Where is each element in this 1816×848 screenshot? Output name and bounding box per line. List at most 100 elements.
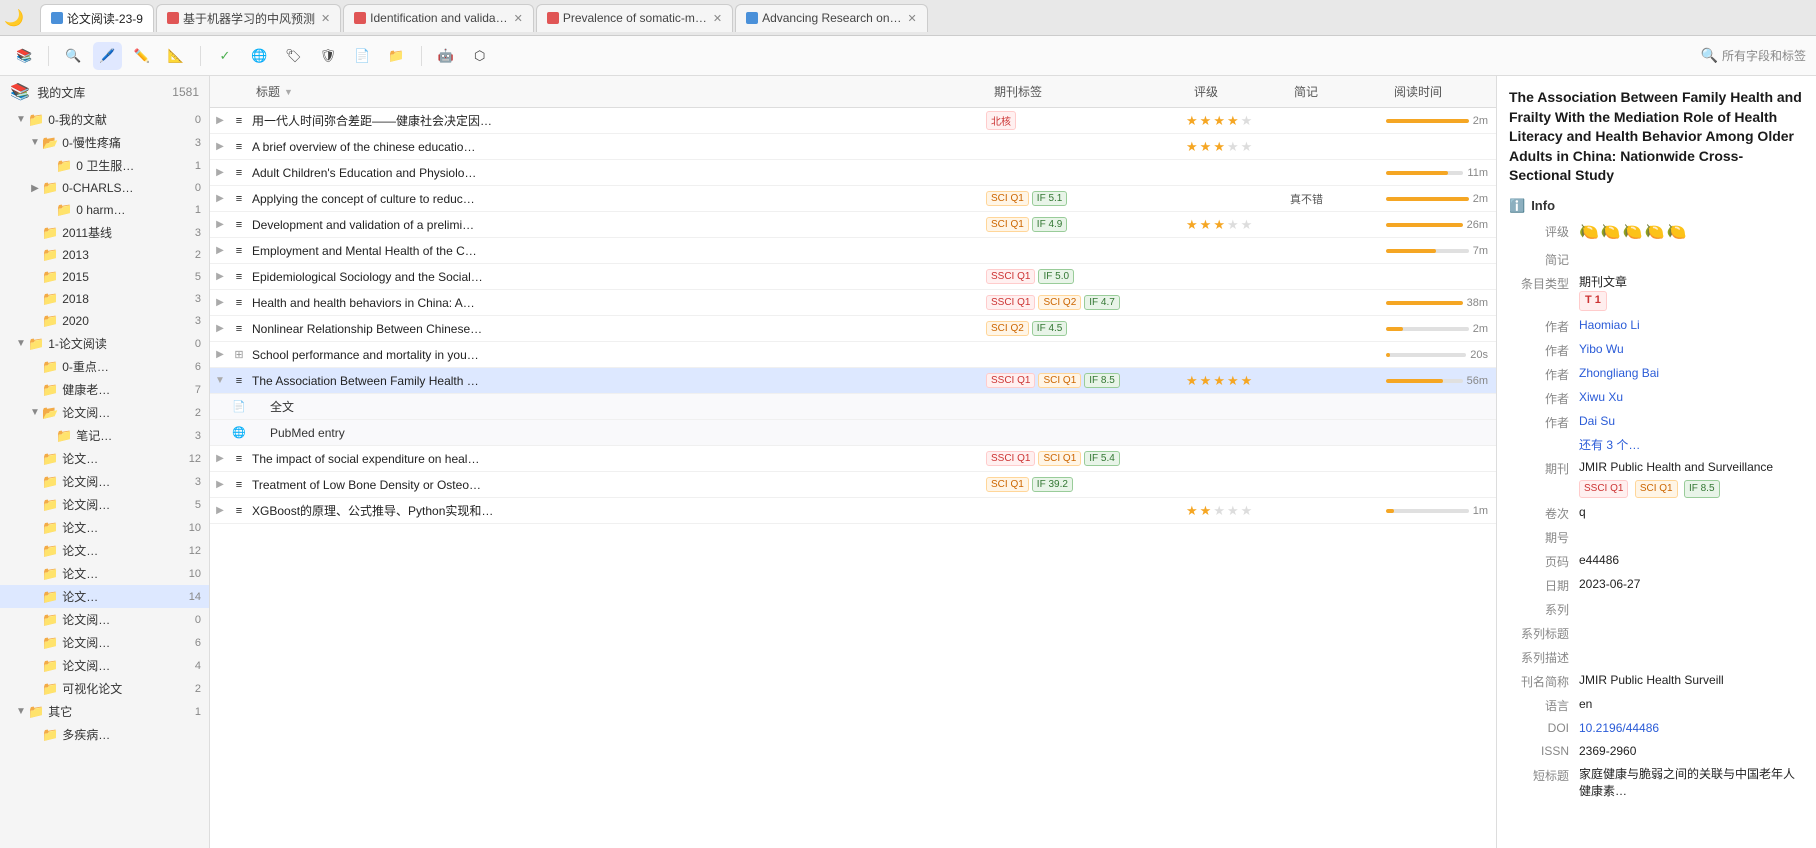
- globe-button[interactable]: 🌐: [245, 42, 273, 70]
- sidebar-item-lunwen5[interactable]: 📁论文…12: [0, 539, 209, 562]
- info-value-author3[interactable]: Zhongliang Bai: [1579, 365, 1804, 382]
- shapes-button[interactable]: 📐: [162, 42, 190, 70]
- sidebar-item-0-harm[interactable]: 📁0 harm…1: [0, 199, 209, 221]
- tab-2[interactable]: 基于机器学习的中风预测 ✕: [156, 4, 341, 32]
- annotate-button[interactable]: ✏️: [128, 42, 156, 70]
- info-value-author4[interactable]: Xiwu Xu: [1579, 389, 1804, 406]
- tab-icon-3: [354, 12, 366, 24]
- info-value-rating[interactable]: 🍋🍋🍋🍋🍋: [1579, 222, 1804, 244]
- info-value-journal-abbr: JMIR Public Health Surveill: [1579, 672, 1804, 689]
- sidebar-item-lunwen10[interactable]: 📁论文阅…4: [0, 654, 209, 677]
- sidebar-item-lunwenyue1[interactable]: ▼ 📂论文阅…2: [0, 401, 209, 424]
- sidebar-item-lunwen1[interactable]: 📁论文…12: [0, 447, 209, 470]
- tab-close-4[interactable]: ✕: [713, 12, 722, 25]
- tab-close-3[interactable]: ✕: [514, 12, 523, 25]
- sidebar-item-2015[interactable]: 📁20155: [0, 266, 209, 288]
- info-value-doi[interactable]: 10.2196/44486: [1579, 720, 1804, 737]
- info-value-author2[interactable]: Yibo Wu: [1579, 341, 1804, 358]
- table-row[interactable]: ▶ ≡ Development and validation of a prel…: [210, 212, 1496, 238]
- row-expand-8[interactable]: ▶: [210, 297, 230, 308]
- row-expand-10[interactable]: ▶: [210, 349, 230, 360]
- sidebar-item-jiankang[interactable]: 📁健康老…7: [0, 378, 209, 401]
- sidebar-item-lunwen9[interactable]: 📁论文阅…6: [0, 631, 209, 654]
- row-expand-6[interactable]: ▶: [210, 245, 230, 256]
- info-value-author5[interactable]: Dai Su: [1579, 413, 1804, 430]
- table-row[interactable]: ▶ ≡ Nonlinear Relationship Between Chine…: [210, 316, 1496, 342]
- th-title[interactable]: 标题 ▼: [248, 83, 986, 100]
- sidebar-item-lunwen8[interactable]: 📁论文阅…0: [0, 608, 209, 631]
- library-button[interactable]: 📚: [10, 42, 38, 70]
- table-row[interactable]: ▶ ≡ Adult Children's Education and Physi…: [210, 160, 1496, 186]
- row-expand-9[interactable]: ▶: [210, 323, 230, 334]
- row-expand-1[interactable]: ▶: [210, 115, 230, 126]
- sidebar-item-2013[interactable]: 📁20132: [0, 244, 209, 266]
- tab-1[interactable]: 论文阅读-23-9: [40, 4, 154, 32]
- row-expand-4[interactable]: ▶: [210, 193, 230, 204]
- sidebar-item-0-weisheng[interactable]: 📁0 卫生服…1: [0, 154, 209, 177]
- sidebar-item-2011[interactable]: 📁2011基线3: [0, 221, 209, 244]
- sidebar-item-0-wdc[interactable]: ▼ 📁0-我的文献0: [0, 108, 209, 131]
- sidebar-item-duosheng[interactable]: 📁多疾病…: [0, 723, 209, 746]
- sidebar-item-lunwen3[interactable]: 📁论文阅…5: [0, 493, 209, 516]
- table-row[interactable]: ▶ ≡ A brief overview of the chinese educ…: [210, 134, 1496, 160]
- row-tags-12: SSCI Q1 SCI Q1 IF 5.4: [986, 451, 1186, 466]
- tab-5[interactable]: Advancing Research on… ✕: [735, 4, 928, 32]
- row-expand-5[interactable]: ▶: [210, 219, 230, 230]
- table-row[interactable]: ▶ ≡ 用一代人时间弥合差距——健康社会决定因… 北核 ★★★★★ 2m: [210, 108, 1496, 134]
- check-button[interactable]: ✓: [211, 42, 239, 70]
- moon-icon: 🌙: [4, 8, 24, 28]
- sidebar-item-2020[interactable]: 📁20203: [0, 310, 209, 332]
- th-tags[interactable]: 期刊标签: [986, 83, 1186, 100]
- sidebar-item-biji[interactable]: 📁笔记…3: [0, 424, 209, 447]
- sidebar-item-lunwen6[interactable]: 📁论文…10: [0, 562, 209, 585]
- sidebar-item-2018[interactable]: 📁20183: [0, 288, 209, 310]
- table-row[interactable]: ▶ ≡ Treatment of Low Bone Density or Ost…: [210, 472, 1496, 498]
- sidebar-item-lunwen2[interactable]: 📁论文阅…3: [0, 470, 209, 493]
- folder-button[interactable]: 📁: [382, 42, 410, 70]
- tag-button[interactable]: 🏷: [279, 42, 308, 70]
- shield-button[interactable]: 🛡: [314, 42, 343, 70]
- th-note[interactable]: 简记: [1286, 83, 1386, 100]
- row-type-icon-9: ≡: [230, 323, 248, 335]
- row-expand-3[interactable]: ▶: [210, 167, 230, 178]
- row-time-4: 2m: [1386, 193, 1496, 205]
- sidebar-item-lunwen7[interactable]: 📁论文…14: [0, 585, 209, 608]
- graph-button[interactable]: ⬡: [466, 42, 494, 70]
- highlight-button[interactable]: 🖊️: [93, 42, 121, 70]
- table-row[interactable]: ▶ ≡ Employment and Mental Health of the …: [210, 238, 1496, 264]
- sidebar-item-lunwen4[interactable]: 📁论文…10: [0, 516, 209, 539]
- th-rating[interactable]: 评级: [1186, 83, 1286, 100]
- info-value-author1[interactable]: Haomiao Li: [1579, 317, 1804, 334]
- row-expand-2[interactable]: ▶: [210, 141, 230, 152]
- table-row[interactable]: ▶ ≡ Epidemiological Sociology and the So…: [210, 264, 1496, 290]
- tab-3[interactable]: Identification and valida… ✕: [343, 4, 534, 32]
- table-row[interactable]: ▶ ≡ Health and health behaviors in China…: [210, 290, 1496, 316]
- table-row-active[interactable]: ▼ ≡ The Association Between Family Healt…: [210, 368, 1496, 394]
- sidebar-item-0-zhongdian[interactable]: 📁0-重点…6: [0, 355, 209, 378]
- table-row[interactable]: ▶ ⊞ School performance and mortality in …: [210, 342, 1496, 368]
- sub-row-pdf[interactable]: 📄 全文: [210, 394, 1496, 420]
- row-expand-11[interactable]: ▼: [210, 375, 230, 386]
- row-type-icon-14: ≡: [230, 505, 248, 517]
- row-expand-13[interactable]: ▶: [210, 479, 230, 490]
- sub-row-pubmed[interactable]: 🌐 PubMed entry: [210, 420, 1496, 446]
- row-expand-7[interactable]: ▶: [210, 271, 230, 282]
- sidebar-item-0-CHARLS[interactable]: ▶ 📁0-CHARLS…0: [0, 177, 209, 199]
- sidebar-item-1-lunyue[interactable]: ▼ 📁1-论文阅读0: [0, 332, 209, 355]
- file-button[interactable]: 📄: [348, 42, 376, 70]
- row-expand-12[interactable]: ▶: [210, 453, 230, 464]
- th-time[interactable]: 阅读时间: [1386, 83, 1496, 100]
- row-expand-14[interactable]: ▶: [210, 505, 230, 516]
- table-row[interactable]: ▶ ≡ XGBoost的原理、公式推导、Python实现和… ★★★★★ 1m: [210, 498, 1496, 524]
- tab-4[interactable]: Prevalence of somatic-m… ✕: [536, 4, 733, 32]
- sidebar-item-keshihua[interactable]: 📁可视化论文2: [0, 677, 209, 700]
- table-row[interactable]: ▶ ≡ The impact of social expenditure on …: [210, 446, 1496, 472]
- tab-close-5[interactable]: ✕: [908, 12, 917, 25]
- ai-button[interactable]: 🤖: [432, 42, 460, 70]
- sidebar-item-0-manxing[interactable]: ▼ 📂0-慢性疼痛3: [0, 131, 209, 154]
- tab-close-2[interactable]: ✕: [321, 12, 330, 25]
- table-row[interactable]: ▶ ≡ Applying the concept of culture to r…: [210, 186, 1496, 212]
- sidebar-item-qita[interactable]: ▼ 📁其它1: [0, 700, 209, 723]
- search-button[interactable]: 🔍: [59, 42, 87, 70]
- info-value-more-authors[interactable]: 还有 3 个…: [1579, 437, 1804, 454]
